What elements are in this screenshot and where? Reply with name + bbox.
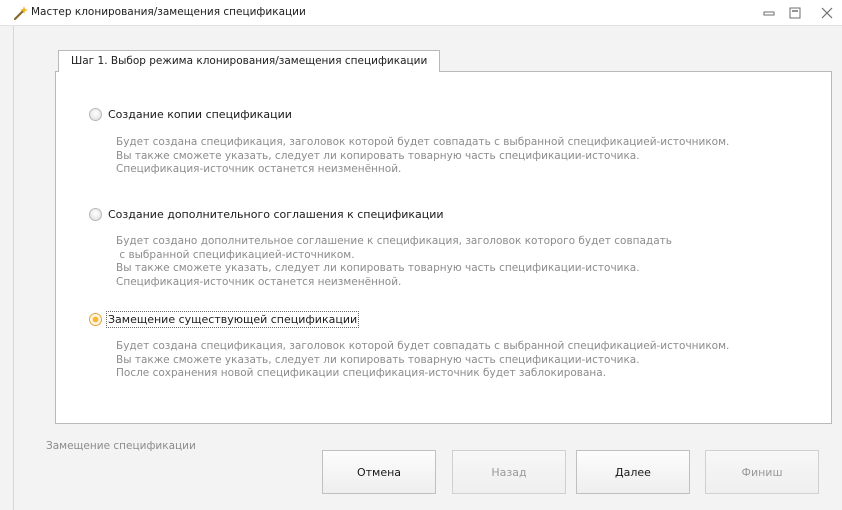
cancel-button[interactable]: Отмена bbox=[322, 450, 436, 494]
wand-icon bbox=[13, 6, 28, 21]
radio-label[interactable]: Замещение существующей спецификации bbox=[106, 311, 360, 328]
option-description: Будет создана спецификация, заголовок ко… bbox=[116, 136, 730, 175]
tab-panel: Создание копии спецификации Будет создан… bbox=[55, 71, 832, 424]
status-text: Замещение спецификации bbox=[46, 440, 196, 452]
back-button[interactable]: Назад bbox=[452, 450, 566, 494]
radio-create-copy[interactable] bbox=[89, 108, 102, 121]
minimize-icon[interactable] bbox=[758, 3, 780, 23]
close-icon[interactable] bbox=[816, 3, 838, 23]
window-border bbox=[13, 26, 14, 510]
radio-additional-agreement[interactable] bbox=[89, 208, 102, 221]
maximize-icon[interactable] bbox=[784, 3, 806, 23]
window-title: Мастер клонирования/замещения спецификац… bbox=[31, 6, 306, 18]
radio-label[interactable]: Создание копии спецификации bbox=[108, 107, 292, 123]
option-description: Будет создано дополнительное соглашение … bbox=[116, 235, 672, 288]
option-description: Будет создана спецификация, заголовок ко… bbox=[116, 340, 730, 379]
title-bar: Мастер клонирования/замещения спецификац… bbox=[0, 0, 842, 26]
tab-step-1[interactable]: Шаг 1. Выбор режима клонирования/замещен… bbox=[58, 50, 441, 72]
next-button[interactable]: Далее bbox=[576, 450, 690, 494]
radio-label[interactable]: Создание дополнительного соглашения к сп… bbox=[108, 207, 444, 223]
finish-button[interactable]: Финиш bbox=[705, 450, 819, 494]
radio-replace-existing[interactable] bbox=[89, 313, 102, 326]
